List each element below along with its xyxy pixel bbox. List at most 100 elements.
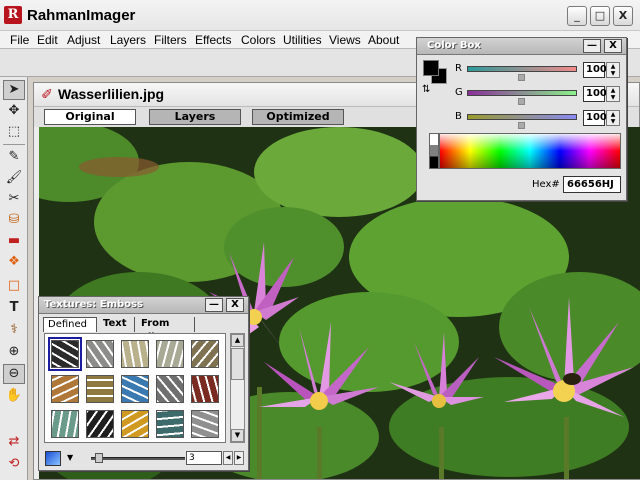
brush-icon[interactable]: 🖌 (3, 168, 25, 188)
tab-optimized[interactable]: Optimized (252, 109, 344, 125)
textures-panel: Textures: Emboss — X Defined Text From F… (38, 296, 249, 471)
tab-from-file[interactable]: From File (137, 317, 195, 343)
color-box-panel: Color Box — X ⇅ R 100 ▲ ▼ G 100 ▲ ▼ B 100 … (416, 37, 627, 201)
tab-defined[interactable]: Defined (43, 317, 97, 332)
text-tool-icon[interactable]: T (3, 298, 25, 318)
color-box-titlebar[interactable]: Color Box — X (417, 38, 626, 55)
scroll-up-icon[interactable]: ▲ (231, 334, 244, 347)
paint-bucket-icon[interactable]: ⛁ (3, 210, 25, 230)
textures-title: Textures: Emboss (44, 299, 143, 310)
eraser-icon[interactable]: ▬ (3, 231, 25, 251)
tool-palette: ➤ ✥ ⬚ ✎ 🖌 ✂ ⛁ ▬ ❖ □ T ⚕ ⊕ ⊖ ✋ ⇄ ⟲ (0, 77, 28, 480)
marquee-select-icon[interactable]: ⬚ (3, 122, 25, 142)
zoom-in-icon[interactable]: ⊕ (3, 342, 25, 362)
texture-swatch[interactable] (191, 340, 219, 368)
green-channel-slider[interactable] (467, 90, 577, 96)
app-title: RahmanImager (27, 7, 136, 24)
green-channel-value[interactable]: 100 (583, 86, 607, 102)
texture-swatch[interactable] (121, 340, 149, 368)
texture-swatch[interactable] (51, 375, 79, 403)
blue-channel-value[interactable]: 100 (583, 110, 607, 126)
texture-swatch[interactable] (156, 375, 184, 403)
texture-swatch[interactable] (86, 410, 114, 438)
menu-file[interactable]: File (10, 33, 29, 47)
texture-swatch[interactable] (86, 375, 114, 403)
textures-minimize-button[interactable]: — (205, 298, 223, 312)
reset-colors-icon[interactable]: ⟲ (3, 454, 25, 474)
texture-swatch[interactable] (191, 410, 219, 438)
textures-close-button[interactable]: X (226, 298, 244, 312)
menu-edit[interactable]: Edit (37, 33, 58, 47)
menu-effects[interactable]: Effects (195, 33, 231, 47)
hex-label: Hex# (532, 179, 560, 190)
red-channel-slider[interactable] (467, 66, 577, 72)
tab-text[interactable]: Text (99, 317, 135, 332)
pencil-icon[interactable]: ✎ (3, 147, 25, 167)
rectangle-shape-icon[interactable]: □ (3, 276, 25, 296)
close-button[interactable]: X (613, 6, 633, 26)
color-box-close-button[interactable]: X (604, 39, 622, 53)
green-channel-label: G (455, 87, 463, 98)
chevron-down-icon[interactable]: ▼ (67, 453, 73, 462)
maximize-button[interactable]: □ (590, 6, 610, 26)
swap-colors-icon[interactable]: ⇄ (3, 432, 25, 452)
app-titlebar: R RahmanImager _ □ X (0, 0, 640, 31)
depth-increase-icon[interactable]: ▶ (234, 451, 244, 465)
grayscale-picker[interactable] (429, 133, 439, 169)
texture-grid (44, 333, 226, 443)
blue-spinner[interactable]: ▲ ▼ (606, 110, 620, 126)
menu-utilities[interactable]: Utilities (283, 33, 322, 47)
blue-channel-thumb[interactable] (518, 122, 525, 129)
texture-swatch[interactable] (121, 375, 149, 403)
depth-slider-track[interactable] (91, 457, 185, 460)
texture-swatch[interactable] (86, 340, 114, 368)
green-spinner[interactable]: ▲ ▼ (606, 86, 620, 102)
blue-channel-slider[interactable] (467, 114, 577, 120)
texture-swatch[interactable] (51, 410, 79, 438)
document-title: Wasserlilien.jpg (58, 86, 165, 102)
menu-layers[interactable]: Layers (110, 33, 146, 47)
depth-decrease-icon[interactable]: ◀ (223, 451, 233, 465)
swap-arrows-icon[interactable]: ⇅ (422, 84, 430, 95)
color-box-title: Color Box (427, 40, 481, 51)
hex-input[interactable]: 66656HJ (563, 176, 621, 193)
hand-pan-icon[interactable]: ✋ (3, 386, 25, 406)
red-channel-thumb[interactable] (518, 74, 525, 81)
menu-filters[interactable]: Filters (154, 33, 187, 47)
move-arrow-icon[interactable]: ✥ (3, 101, 25, 121)
eyedropper-icon[interactable]: ⚕ (3, 320, 25, 340)
menu-views[interactable]: Views (329, 33, 361, 47)
menu-adjust[interactable]: Adjust (67, 33, 100, 47)
document-icon: ✐ (41, 87, 53, 103)
minimize-button[interactable]: _ (567, 6, 587, 26)
tab-layers[interactable]: Layers (149, 109, 241, 125)
texture-swatch[interactable] (191, 375, 219, 403)
foreground-color-swatch[interactable] (423, 60, 439, 76)
color-spectrum[interactable] (439, 133, 621, 169)
zoom-out-icon[interactable]: ⊖ (3, 364, 25, 384)
texture-color-swatch[interactable] (45, 451, 61, 466)
textures-tabs: Defined Text From File (43, 317, 243, 343)
texture-swatch[interactable] (156, 410, 184, 438)
depth-slider-thumb[interactable] (95, 453, 103, 463)
app-logo-icon: R (4, 6, 22, 24)
red-spinner[interactable]: ▲ ▼ (606, 62, 620, 78)
arrow-pointer-icon[interactable]: ➤ (3, 80, 25, 100)
menu-colors[interactable]: Colors (241, 33, 276, 47)
depth-value[interactable]: 3 (186, 451, 222, 465)
green-channel-thumb[interactable] (518, 98, 525, 105)
tab-original[interactable]: Original (44, 109, 136, 125)
color-box-minimize-button[interactable]: — (583, 39, 601, 53)
texture-swatch[interactable] (48, 337, 82, 371)
clone-stamp-icon[interactable]: ✂ (3, 189, 25, 209)
scroll-thumb[interactable] (231, 348, 244, 380)
spray-icon[interactable]: ❖ (3, 252, 25, 272)
texture-scrollbar[interactable]: ▲ ▼ (230, 333, 245, 443)
red-channel-value[interactable]: 100 (583, 62, 607, 78)
texture-swatch[interactable] (121, 410, 149, 438)
texture-swatch[interactable] (156, 340, 184, 368)
scroll-down-icon[interactable]: ▼ (231, 429, 244, 442)
textures-titlebar[interactable]: Textures: Emboss — X (39, 297, 248, 314)
menu-about[interactable]: About (368, 33, 399, 47)
tool-divider (3, 144, 25, 145)
